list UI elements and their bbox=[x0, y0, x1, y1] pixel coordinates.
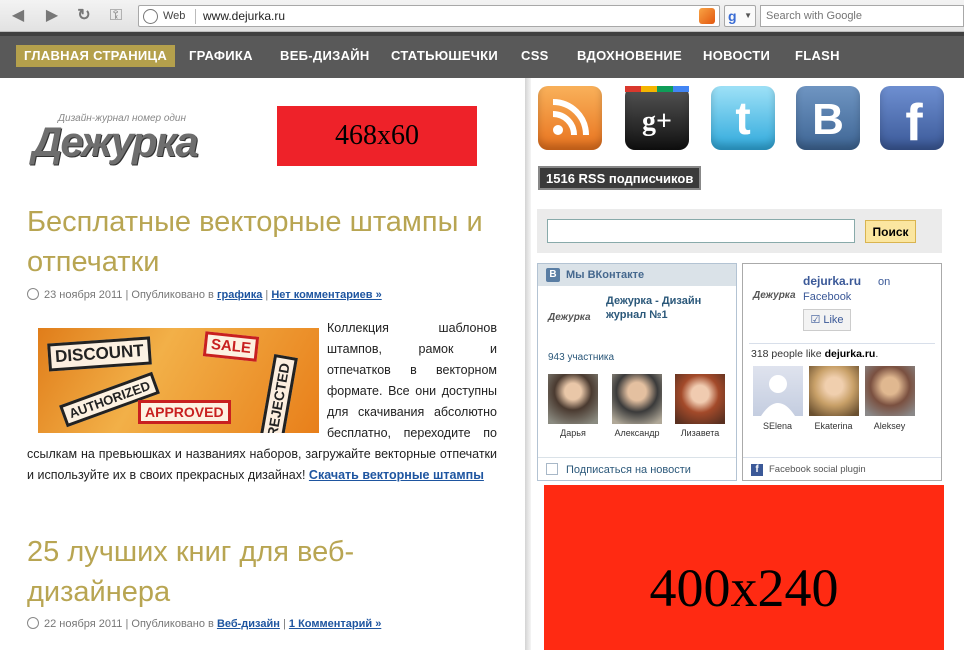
vkontakte-icon[interactable]: B bbox=[796, 86, 860, 150]
vk-member-name[interactable]: Александр bbox=[607, 428, 667, 438]
twitter-icon[interactable]: t bbox=[711, 86, 775, 150]
post-category-link[interactable]: графика bbox=[217, 289, 262, 301]
chevron-down-icon: ▼ bbox=[744, 11, 752, 20]
rss-label: RSS подписчиков bbox=[578, 171, 694, 186]
site-logo[interactable]: Дежурка bbox=[32, 118, 199, 166]
back-icon[interactable]: ◀ bbox=[8, 7, 28, 25]
key-icon[interactable]: ⚿ bbox=[106, 7, 126, 25]
vk-subscribe-label[interactable]: Подписаться на новости bbox=[566, 464, 691, 476]
browser-search-input[interactable] bbox=[761, 6, 963, 26]
vk-member-name[interactable]: Дарья bbox=[543, 428, 603, 438]
banner-468x60[interactable]: 468x60 bbox=[277, 106, 477, 166]
post-comments-link[interactable]: 1 Комментарий » bbox=[289, 618, 381, 630]
published-label: | Опубликовано в bbox=[125, 618, 214, 630]
search-button[interactable]: Поиск bbox=[865, 220, 916, 243]
address-bar[interactable]: Web www.dejurka.ru bbox=[138, 5, 720, 27]
globe-icon bbox=[143, 9, 158, 24]
nav-web-design[interactable]: ВЕБ-ДИЗАЙН bbox=[280, 45, 370, 67]
fb-plugin-label[interactable]: Facebook social plugin bbox=[769, 464, 866, 475]
post-category-link[interactable]: Веб-дизайн bbox=[217, 618, 280, 630]
fb-on-label: on bbox=[878, 276, 891, 288]
post-meta: 23 ноября 2011 | Опубликовано в графика … bbox=[27, 288, 382, 301]
download-link[interactable]: Скачать векторные штампы bbox=[309, 468, 484, 482]
vk-widget: B Мы ВКонтакте Дежурка Дежурка - Дизайн … bbox=[537, 263, 737, 481]
sidebar: g+ t B f 1516 RSS подписчиков Поиск B Мы… bbox=[531, 78, 964, 650]
rss-count: 1516 bbox=[546, 171, 575, 186]
avatar[interactable] bbox=[548, 374, 598, 424]
avatar[interactable] bbox=[753, 366, 803, 416]
vk-members-count[interactable]: 943 участника bbox=[548, 352, 614, 363]
clock-icon bbox=[27, 288, 39, 300]
avatar[interactable] bbox=[865, 366, 915, 416]
vk-widget-header: B Мы ВКонтакте bbox=[538, 264, 736, 286]
subscribe-checkbox[interactable] bbox=[546, 463, 558, 475]
fb-page-logo[interactable]: Дежурка bbox=[753, 290, 796, 301]
vkontakte-icon: B bbox=[546, 268, 560, 282]
scheme-label: Web bbox=[163, 9, 197, 24]
facebook-widget: Дежурка dejurka.ru on Facebook ☑ Like 31… bbox=[742, 263, 942, 481]
browser-search-box[interactable] bbox=[760, 5, 964, 27]
fb-fan-name[interactable]: Ekaterina bbox=[806, 421, 861, 431]
search-engine-button[interactable]: g ▼ bbox=[724, 5, 756, 27]
vk-group-name[interactable]: Дежурка - Дизайн журнал №1 bbox=[606, 294, 731, 322]
vk-member-name[interactable]: Лизавета bbox=[670, 428, 730, 438]
fb-like-count: 318 people like dejurka.ru. bbox=[751, 348, 879, 360]
google-icon: g bbox=[728, 8, 737, 24]
fb-like-button[interactable]: ☑ Like bbox=[803, 309, 851, 331]
divider bbox=[749, 343, 935, 344]
site-search: Поиск bbox=[537, 209, 942, 253]
banner-400x240[interactable]: 400x240 bbox=[544, 485, 944, 650]
svg-text:g+: g+ bbox=[642, 106, 672, 137]
facebook-icon: f bbox=[751, 464, 763, 476]
post-title[interactable]: 25 лучших книг для веб-дизайнера bbox=[27, 532, 497, 612]
nav-home[interactable]: ГЛАВНАЯ СТРАНИЦА bbox=[16, 45, 176, 67]
google-plus-icon[interactable]: g+ bbox=[625, 86, 689, 150]
fb-like-label: Like bbox=[823, 314, 844, 326]
post-date: 22 ноября 2011 bbox=[44, 618, 123, 630]
forward-icon[interactable]: ▶ bbox=[42, 7, 62, 25]
banner-size-label: 400x240 bbox=[649, 558, 839, 618]
site-nav: ГЛАВНАЯ СТРАНИЦА ГРАФИКА ВЕБ-ДИЗАЙН СТАТ… bbox=[0, 32, 964, 78]
post-excerpt: Коллекция шаблонов штампов, рамок и отпе… bbox=[27, 318, 497, 486]
fb-count-site[interactable]: dejurka.ru bbox=[825, 348, 876, 360]
rss-feed-icon[interactable] bbox=[699, 8, 715, 24]
rss-subscribers-badge[interactable]: 1516 RSS подписчиков bbox=[538, 166, 702, 190]
rss-icon[interactable] bbox=[538, 86, 602, 150]
nav-news[interactable]: НОВОСТИ bbox=[703, 45, 770, 67]
browser-toolbar: ◀ ▶ ↻ ⚿ Web www.dejurka.ru g ▼ bbox=[0, 0, 964, 32]
nav-css[interactable]: CSS bbox=[521, 45, 549, 67]
post-meta: 22 ноября 2011 | Опубликовано в Веб-диза… bbox=[27, 617, 381, 630]
post-date: 23 ноября 2011 bbox=[44, 289, 123, 301]
nav-inspiration[interactable]: ВДОХНОВЕНИЕ bbox=[577, 45, 682, 67]
nav-graphics[interactable]: ГРАФИКА bbox=[189, 45, 253, 67]
avatar[interactable] bbox=[809, 366, 859, 416]
fb-network-link[interactable]: Facebook bbox=[803, 291, 851, 303]
fb-fan-name[interactable]: SElena bbox=[750, 421, 805, 431]
vk-group-logo[interactable]: Дежурка bbox=[548, 312, 591, 323]
published-label: | Опубликовано в bbox=[125, 289, 214, 301]
vk-widget-title[interactable]: Мы ВКонтакте bbox=[566, 269, 644, 281]
fb-fan-name[interactable]: Aleksey bbox=[862, 421, 917, 431]
fb-page-name[interactable]: dejurka.ru bbox=[803, 274, 861, 288]
nav-articles[interactable]: СТАТЬЮШЕЧКИ bbox=[391, 45, 498, 67]
svg-text:B: B bbox=[812, 95, 844, 144]
clock-icon bbox=[27, 617, 39, 629]
avatar[interactable] bbox=[612, 374, 662, 424]
nav-flash[interactable]: FLASH bbox=[795, 45, 840, 67]
post-title[interactable]: Бесплатные векторные штампы и отпечатки bbox=[27, 202, 497, 282]
thumbs-up-icon: ☑ bbox=[810, 314, 821, 326]
main-content: Дизайн-журнал номер один Дежурка 468x60 … bbox=[0, 78, 525, 650]
fb-plugin-footer: f Facebook social plugin bbox=[743, 457, 941, 481]
facebook-icon[interactable]: f bbox=[880, 86, 944, 152]
url-text[interactable]: www.dejurka.ru bbox=[203, 9, 285, 24]
svg-text:t: t bbox=[735, 92, 750, 144]
vk-subscribe[interactable]: Подписаться на новости bbox=[538, 457, 736, 481]
avatar[interactable] bbox=[675, 374, 725, 424]
reload-icon[interactable]: ↻ bbox=[74, 7, 94, 25]
fb-count-prefix: 318 people like bbox=[751, 348, 822, 360]
svg-text:f: f bbox=[905, 94, 923, 150]
site-search-input[interactable] bbox=[547, 219, 855, 243]
post-comments-link[interactable]: Нет комментариев » bbox=[271, 289, 381, 301]
